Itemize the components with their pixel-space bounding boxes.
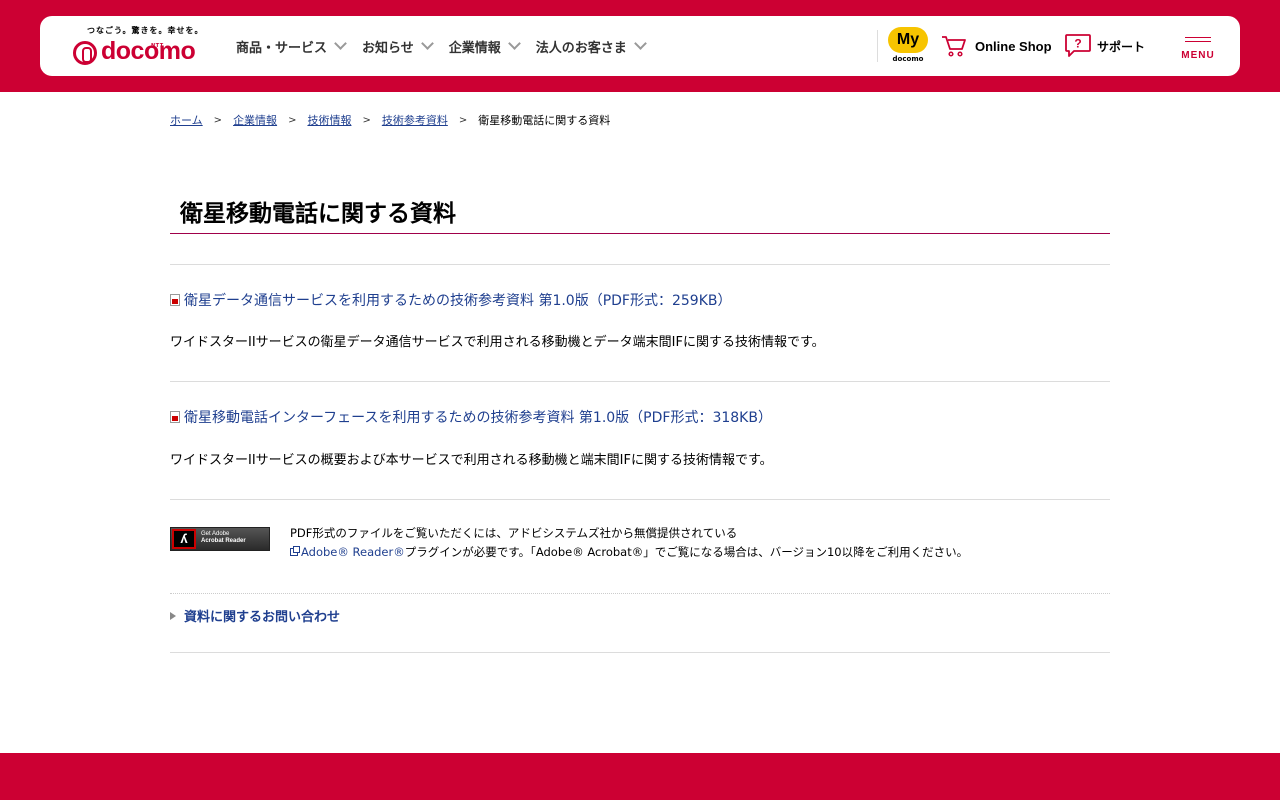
doc-description: ワイドスターIIサービスの衛星データ通信サービスで利用される移動機とデータ端末間… bbox=[170, 335, 825, 350]
hamburger-icon-line bbox=[1185, 41, 1211, 42]
menu-button[interactable]: MENU bbox=[1178, 34, 1218, 64]
divider bbox=[170, 381, 1110, 382]
docomo-mark-icon bbox=[73, 41, 97, 65]
breadcrumb-separator: > bbox=[288, 114, 297, 126]
chevron-down-icon bbox=[507, 37, 521, 50]
breadcrumb-separator: > bbox=[362, 114, 371, 126]
breadcrumb-home[interactable]: ホーム bbox=[170, 112, 203, 128]
adobe-notice-line2: Adobe® Reader® プラグインが必要です。「Adobe® Acroba… bbox=[290, 544, 968, 560]
adobe-badge-get: Get Adobe bbox=[201, 531, 230, 537]
footer-band bbox=[0, 753, 1280, 800]
adobe-badge-text: Get Adobe Acrobat Reader bbox=[201, 531, 246, 545]
adobe-badge-product: Acrobat Reader bbox=[201, 538, 246, 544]
breadcrumb-tech-info[interactable]: 技術情報 bbox=[307, 112, 351, 128]
online-shop-link[interactable]: Online Shop bbox=[941, 16, 1052, 76]
divider bbox=[170, 264, 1110, 265]
nav-item-label: 法人のお客さま bbox=[535, 40, 627, 56]
help-bubble-icon: ? bbox=[1065, 34, 1091, 57]
my-docomo-button[interactable]: My docomo bbox=[888, 27, 928, 65]
pdf-icon bbox=[170, 411, 180, 423]
chevron-down-icon bbox=[420, 37, 434, 50]
my-docomo-icon: My bbox=[888, 27, 928, 53]
external-link-icon bbox=[290, 546, 300, 556]
support-link[interactable]: ? サポート bbox=[1064, 16, 1145, 76]
nav-item-products[interactable]: 商品・サービス bbox=[236, 37, 347, 56]
adobe-acrobat-icon: ʎ bbox=[172, 529, 196, 549]
inquiry-label: 資料に関するお問い合わせ bbox=[184, 610, 341, 625]
online-shop-label: Online Shop bbox=[975, 38, 1052, 54]
my-docomo-sublabel: docomo bbox=[892, 55, 924, 63]
inquiry-link[interactable]: 資料に関するお問い合わせ bbox=[170, 606, 340, 625]
logo-tagline: つなごう。驚きを。幸せを。 bbox=[87, 26, 204, 35]
header-divider bbox=[877, 30, 878, 62]
doc-link-satellite-interface[interactable]: 衛星移動電話インターフェースを利用するための技術参考資料 第1.0版（PDF形式… bbox=[170, 407, 772, 427]
page-title: 衛星移動電話に関する資料 bbox=[180, 201, 456, 227]
doc-link-label: 衛星データ通信サービスを利用するための技術参考資料 第1.0版（PDF形式：25… bbox=[184, 293, 732, 309]
adobe-notice-line1: PDF形式のファイルをご覧いただくには、アドビシステムズ社から無償提供されている bbox=[290, 526, 738, 540]
doc-description: ワイドスターIIサービスの概要および本サービスで利用される移動機と端末間IFに関… bbox=[170, 453, 773, 468]
svg-text:?: ? bbox=[1074, 37, 1081, 51]
nav-item-label: お知らせ bbox=[362, 40, 414, 56]
docomo-logo[interactable]: つなごう。驚きを。幸せを。 NTT docomo bbox=[73, 25, 203, 67]
chevron-down-icon bbox=[334, 37, 347, 50]
support-label: サポート bbox=[1097, 39, 1146, 54]
nav-item-news[interactable]: お知らせ bbox=[362, 37, 434, 56]
site-header: つなごう。驚きを。幸せを。 NTT docomo 商品・サービス お知らせ 企業… bbox=[40, 16, 1240, 76]
global-nav: 商品・サービス お知らせ 企業情報 法人のお客さま bbox=[236, 16, 662, 76]
adobe-notice-rest: プラグインが必要です。「Adobe® Acrobat®」でご覧になる場合は、バー… bbox=[404, 545, 969, 559]
get-adobe-reader-badge[interactable]: ʎ Get Adobe Acrobat Reader bbox=[170, 527, 270, 551]
triangle-right-icon bbox=[170, 611, 176, 620]
menu-label: MENU bbox=[1181, 50, 1215, 61]
nav-item-label: 商品・サービス bbox=[236, 40, 328, 56]
breadcrumb-tech-reference[interactable]: 技術参考資料 bbox=[382, 112, 448, 128]
divider bbox=[170, 499, 1110, 500]
doc-link-label: 衛星移動電話インターフェースを利用するための技術参考資料 第1.0版（PDF形式… bbox=[184, 410, 772, 426]
breadcrumb-separator: > bbox=[213, 114, 223, 126]
title-underline bbox=[170, 233, 1110, 234]
adobe-reader-link[interactable]: Adobe® Reader® bbox=[301, 545, 405, 559]
pdf-icon bbox=[170, 294, 180, 306]
dotted-divider bbox=[170, 593, 1110, 594]
hamburger-icon bbox=[1185, 37, 1211, 38]
nav-item-business[interactable]: 法人のお客さま bbox=[535, 37, 647, 56]
breadcrumb-corporate[interactable]: 企業情報 bbox=[233, 112, 277, 128]
breadcrumb-separator: > bbox=[458, 114, 468, 126]
nav-item-label: 企業情報 bbox=[448, 40, 501, 56]
logo-wordmark: docomo bbox=[101, 37, 196, 65]
breadcrumb-current: 衛星移動電話に関する資料 bbox=[478, 114, 611, 127]
breadcrumb: ホーム > 企業情報 > 技術情報 > 技術参考資料 > 衛星移動電話に関する資… bbox=[170, 112, 610, 128]
chevron-down-icon bbox=[633, 37, 647, 50]
cart-icon bbox=[942, 36, 966, 57]
doc-link-satellite-data[interactable]: 衛星データ通信サービスを利用するための技術参考資料 第1.0版（PDF形式：25… bbox=[170, 290, 732, 310]
divider bbox=[170, 652, 1110, 653]
nav-item-corporate[interactable]: 企業情報 bbox=[448, 37, 521, 56]
